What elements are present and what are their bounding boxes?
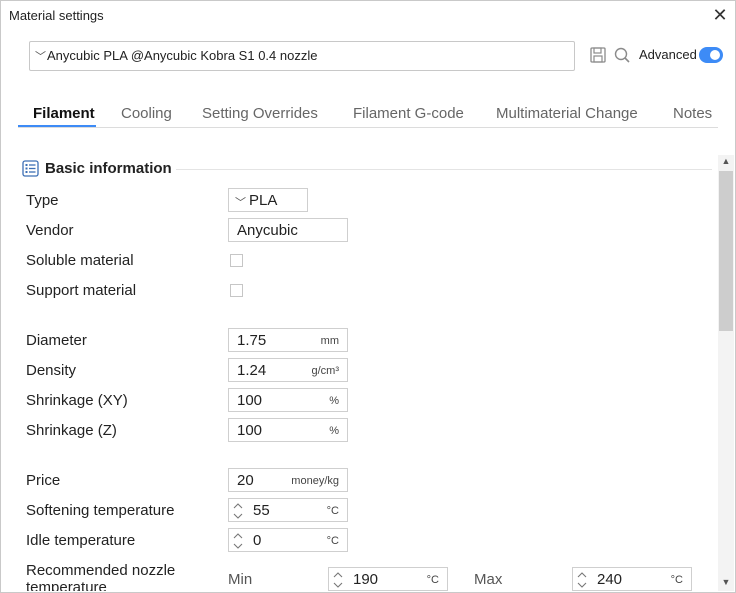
vendor-label: Vendor [26, 222, 74, 239]
price-unit: money/kg [291, 475, 339, 487]
price-label: Price [26, 472, 61, 489]
softening-temp-label: Softening temperature [26, 502, 175, 519]
type-dropdown[interactable]: ﹀ PLA [228, 188, 308, 212]
diameter-unit: mm [320, 335, 339, 347]
softening-temp-stepper[interactable]: 55 °C [228, 498, 348, 522]
shrinkage-z-label: Shrinkage (Z) [26, 422, 117, 439]
list-icon [22, 160, 39, 177]
diameter-field[interactable]: 1.75 mm [228, 328, 348, 352]
spin-arrows-icon[interactable] [577, 570, 587, 590]
support-label: Support material [26, 282, 137, 299]
window-title: Material settings [9, 8, 104, 23]
chevron-down-icon: ﹀ [35, 51, 46, 63]
spin-arrows-icon[interactable] [333, 570, 343, 590]
type-value: PLA [249, 192, 278, 209]
diameter-value: 1.75 [237, 332, 267, 349]
shrinkage-xy-unit: % [329, 395, 339, 407]
density-unit: g/cm³ [311, 365, 340, 377]
density-value: 1.24 [237, 362, 267, 379]
advanced-toggle[interactable] [699, 47, 723, 63]
shrinkage-xy-value: 100 [237, 392, 263, 409]
shrinkage-z-field[interactable]: 100 % [228, 418, 348, 442]
shrinkage-xy-label: Shrinkage (XY) [26, 392, 128, 409]
tab-multimaterial-change[interactable]: Multimaterial Change [496, 105, 638, 122]
active-tab-indicator [18, 125, 96, 127]
scrollbar-thumb[interactable] [719, 171, 733, 331]
vendor-value: Anycubic [237, 222, 298, 239]
nozzle-temp-min-stepper[interactable]: 190 °C [328, 567, 448, 591]
save-icon[interactable] [589, 46, 607, 64]
nozzle-temp-max-label: Max [474, 571, 503, 588]
preset-dropdown[interactable]: ﹀ Anycubic PLA @Anycubic Kobra S1 0.4 no… [29, 41, 575, 71]
section-title: Basic information [45, 160, 172, 177]
soluble-checkbox[interactable] [230, 254, 243, 267]
advanced-label: Advanced [639, 47, 697, 62]
tabs-divider [18, 127, 718, 128]
support-checkbox[interactable] [230, 284, 243, 297]
title-bar: Material settings ✕ [0, 0, 736, 32]
nozzle-temp-max-stepper[interactable]: 240 °C [572, 567, 692, 591]
scroll-up-icon[interactable]: ▲ [719, 156, 733, 168]
price-field[interactable]: 20 money/kg [228, 468, 348, 492]
scroll-down-icon[interactable]: ▼ [719, 577, 733, 589]
density-label: Density [26, 362, 77, 379]
spin-arrows-icon[interactable] [233, 531, 243, 551]
shrinkage-z-unit: % [329, 425, 339, 437]
density-field[interactable]: 1.24 g/cm³ [228, 358, 348, 382]
diameter-label: Diameter [26, 332, 87, 349]
tab-filament[interactable]: Filament [33, 105, 95, 122]
nozzle-temp-max-unit: °C [670, 574, 683, 586]
section-divider [176, 169, 712, 170]
tab-cooling[interactable]: Cooling [121, 105, 172, 122]
shrinkage-z-value: 100 [237, 422, 263, 439]
soluble-label: Soluble material [26, 252, 134, 269]
nozzle-temp-max-value: 240 [597, 571, 623, 588]
nozzle-temp-min-value: 190 [353, 571, 379, 588]
toggle-knob [710, 50, 720, 60]
idle-temp-unit: °C [326, 535, 339, 547]
idle-temp-value: 0 [253, 532, 262, 549]
tab-setting-overrides[interactable]: Setting Overrides [202, 105, 318, 122]
vendor-field[interactable]: Anycubic [228, 218, 348, 242]
tab-notes[interactable]: Notes [673, 105, 712, 122]
chevron-down-icon: ﹀ [235, 197, 246, 209]
search-icon[interactable] [613, 46, 631, 64]
spin-arrows-icon[interactable] [233, 501, 243, 521]
preset-value: Anycubic PLA @Anycubic Kobra S1 0.4 nozz… [47, 48, 318, 63]
nozzle-temp-label: Recommended nozzle temperature [26, 562, 176, 591]
nozzle-temp-min-unit: °C [426, 574, 439, 586]
type-label: Type [26, 192, 59, 209]
tab-filament-gcode[interactable]: Filament G-code [353, 105, 464, 122]
close-button[interactable]: ✕ [710, 5, 730, 25]
price-value: 20 [237, 472, 254, 489]
nozzle-temp-min-label: Min [228, 571, 253, 588]
softening-temp-value: 55 [253, 502, 270, 519]
idle-temp-label: Idle temperature [26, 532, 136, 549]
softening-temp-unit: °C [326, 505, 339, 517]
close-icon: ✕ [712, 5, 728, 25]
idle-temp-stepper[interactable]: 0 °C [228, 528, 348, 552]
shrinkage-xy-field[interactable]: 100 % [228, 388, 348, 412]
